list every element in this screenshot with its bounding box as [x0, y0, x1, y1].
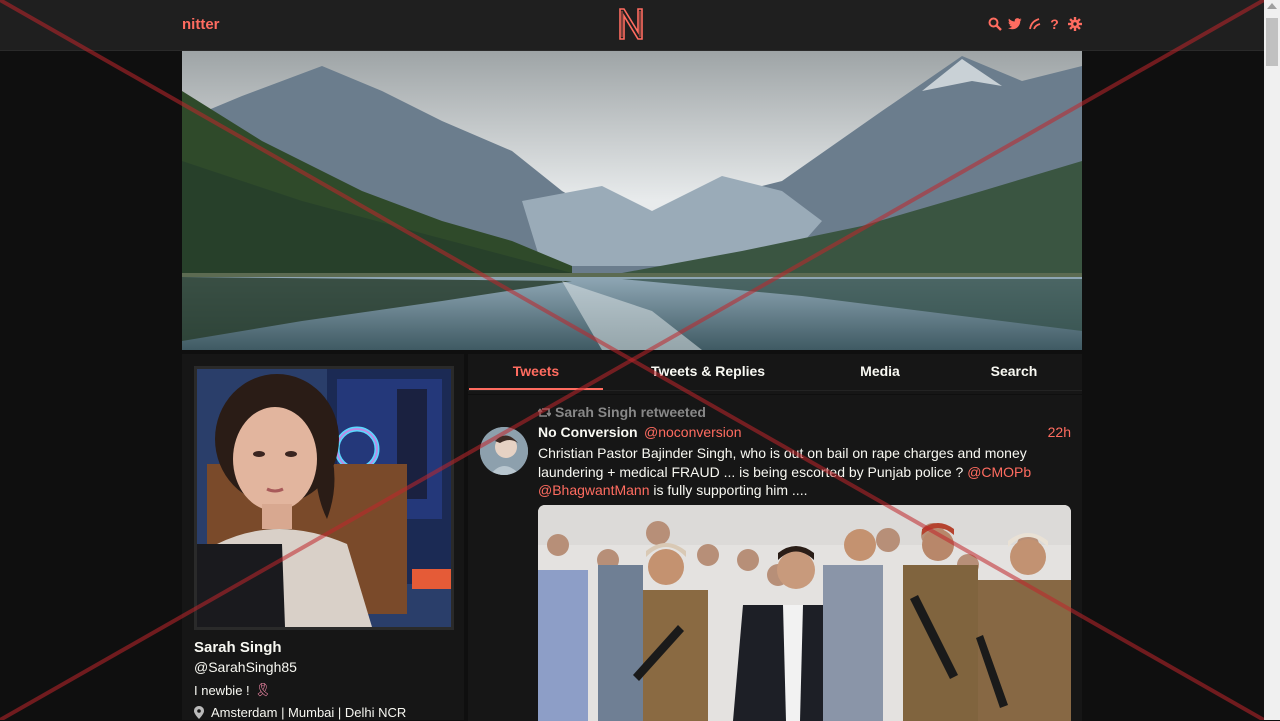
tab-search[interactable]: Search — [968, 354, 1060, 388]
rss-icon[interactable] — [1027, 16, 1042, 31]
profile-bio-text: I newbie ! — [194, 682, 250, 698]
timeline: Tweets Tweets & Replies Media Search Sar… — [468, 354, 1082, 721]
tweet-fullname[interactable]: No Conversion — [538, 424, 638, 440]
tweet-image[interactable] — [538, 505, 1071, 721]
profile-fullname[interactable]: Sarah Singh — [194, 639, 282, 656]
tweet-mention-cmopb[interactable]: @CMOPb — [967, 464, 1031, 480]
navbar: nitter ? — [0, 0, 1264, 51]
location-pin-icon — [194, 706, 204, 719]
profile-location: Amsterdam | Mumbai | Delhi NCR — [194, 705, 406, 720]
tab-tweets-replies[interactable]: Tweets & Replies — [640, 354, 776, 388]
profile-card: Sarah Singh @SarahSingh85 I newbie ! 🎗 A… — [182, 354, 464, 720]
page-scrollbar[interactable] — [1264, 0, 1280, 720]
tab-tweets[interactable]: Tweets — [469, 354, 603, 390]
retweet-header-text: Sarah Singh retweeted — [555, 404, 706, 420]
profile-avatar[interactable] — [194, 366, 454, 630]
question-icon[interactable]: ? — [1047, 16, 1062, 32]
twitter-bird-icon[interactable] — [1007, 16, 1022, 31]
tweet-text-part2: is fully supporting him .... — [649, 482, 808, 498]
timeline-item[interactable]: Sarah Singh retweeted No Conversion @noc… — [468, 394, 1082, 721]
profile-location-text: Amsterdam | Mumbai | Delhi NCR — [211, 705, 407, 720]
profile-bio: I newbie ! 🎗 — [194, 682, 271, 698]
tweet-content: Christian Pastor Bajinder Singh, who is … — [538, 444, 1048, 500]
nitter-logo-icon[interactable] — [617, 6, 645, 42]
profile-banner[interactable] — [182, 51, 1082, 350]
tweet-mention-bhagwantmann[interactable]: @BhagwantMann — [538, 482, 650, 498]
gear-icon[interactable] — [1067, 16, 1082, 31]
retweet-header: Sarah Singh retweeted — [538, 404, 706, 420]
tweet-text-part1: Christian Pastor Bajinder Singh, who is … — [538, 445, 1027, 480]
tab-media[interactable]: Media — [834, 354, 926, 388]
ribbon-icon: 🎗 — [254, 682, 272, 697]
search-icon[interactable] — [987, 16, 1002, 31]
scrollbar-thumb[interactable] — [1266, 18, 1278, 66]
tweet-avatar[interactable] — [480, 427, 528, 475]
nitter-brand-link[interactable]: nitter — [182, 16, 220, 33]
nav-icon-group: ? — [987, 16, 1082, 32]
timeline-tabs: Tweets Tweets & Replies Media Search — [468, 354, 1082, 391]
scroll-up-arrow-icon[interactable] — [1267, 3, 1277, 9]
tweet-date[interactable]: 22h — [1048, 424, 1071, 440]
profile-username[interactable]: @SarahSingh85 — [194, 659, 297, 675]
tweet-username[interactable]: @noconversion — [644, 424, 742, 440]
retweet-icon — [538, 407, 551, 417]
